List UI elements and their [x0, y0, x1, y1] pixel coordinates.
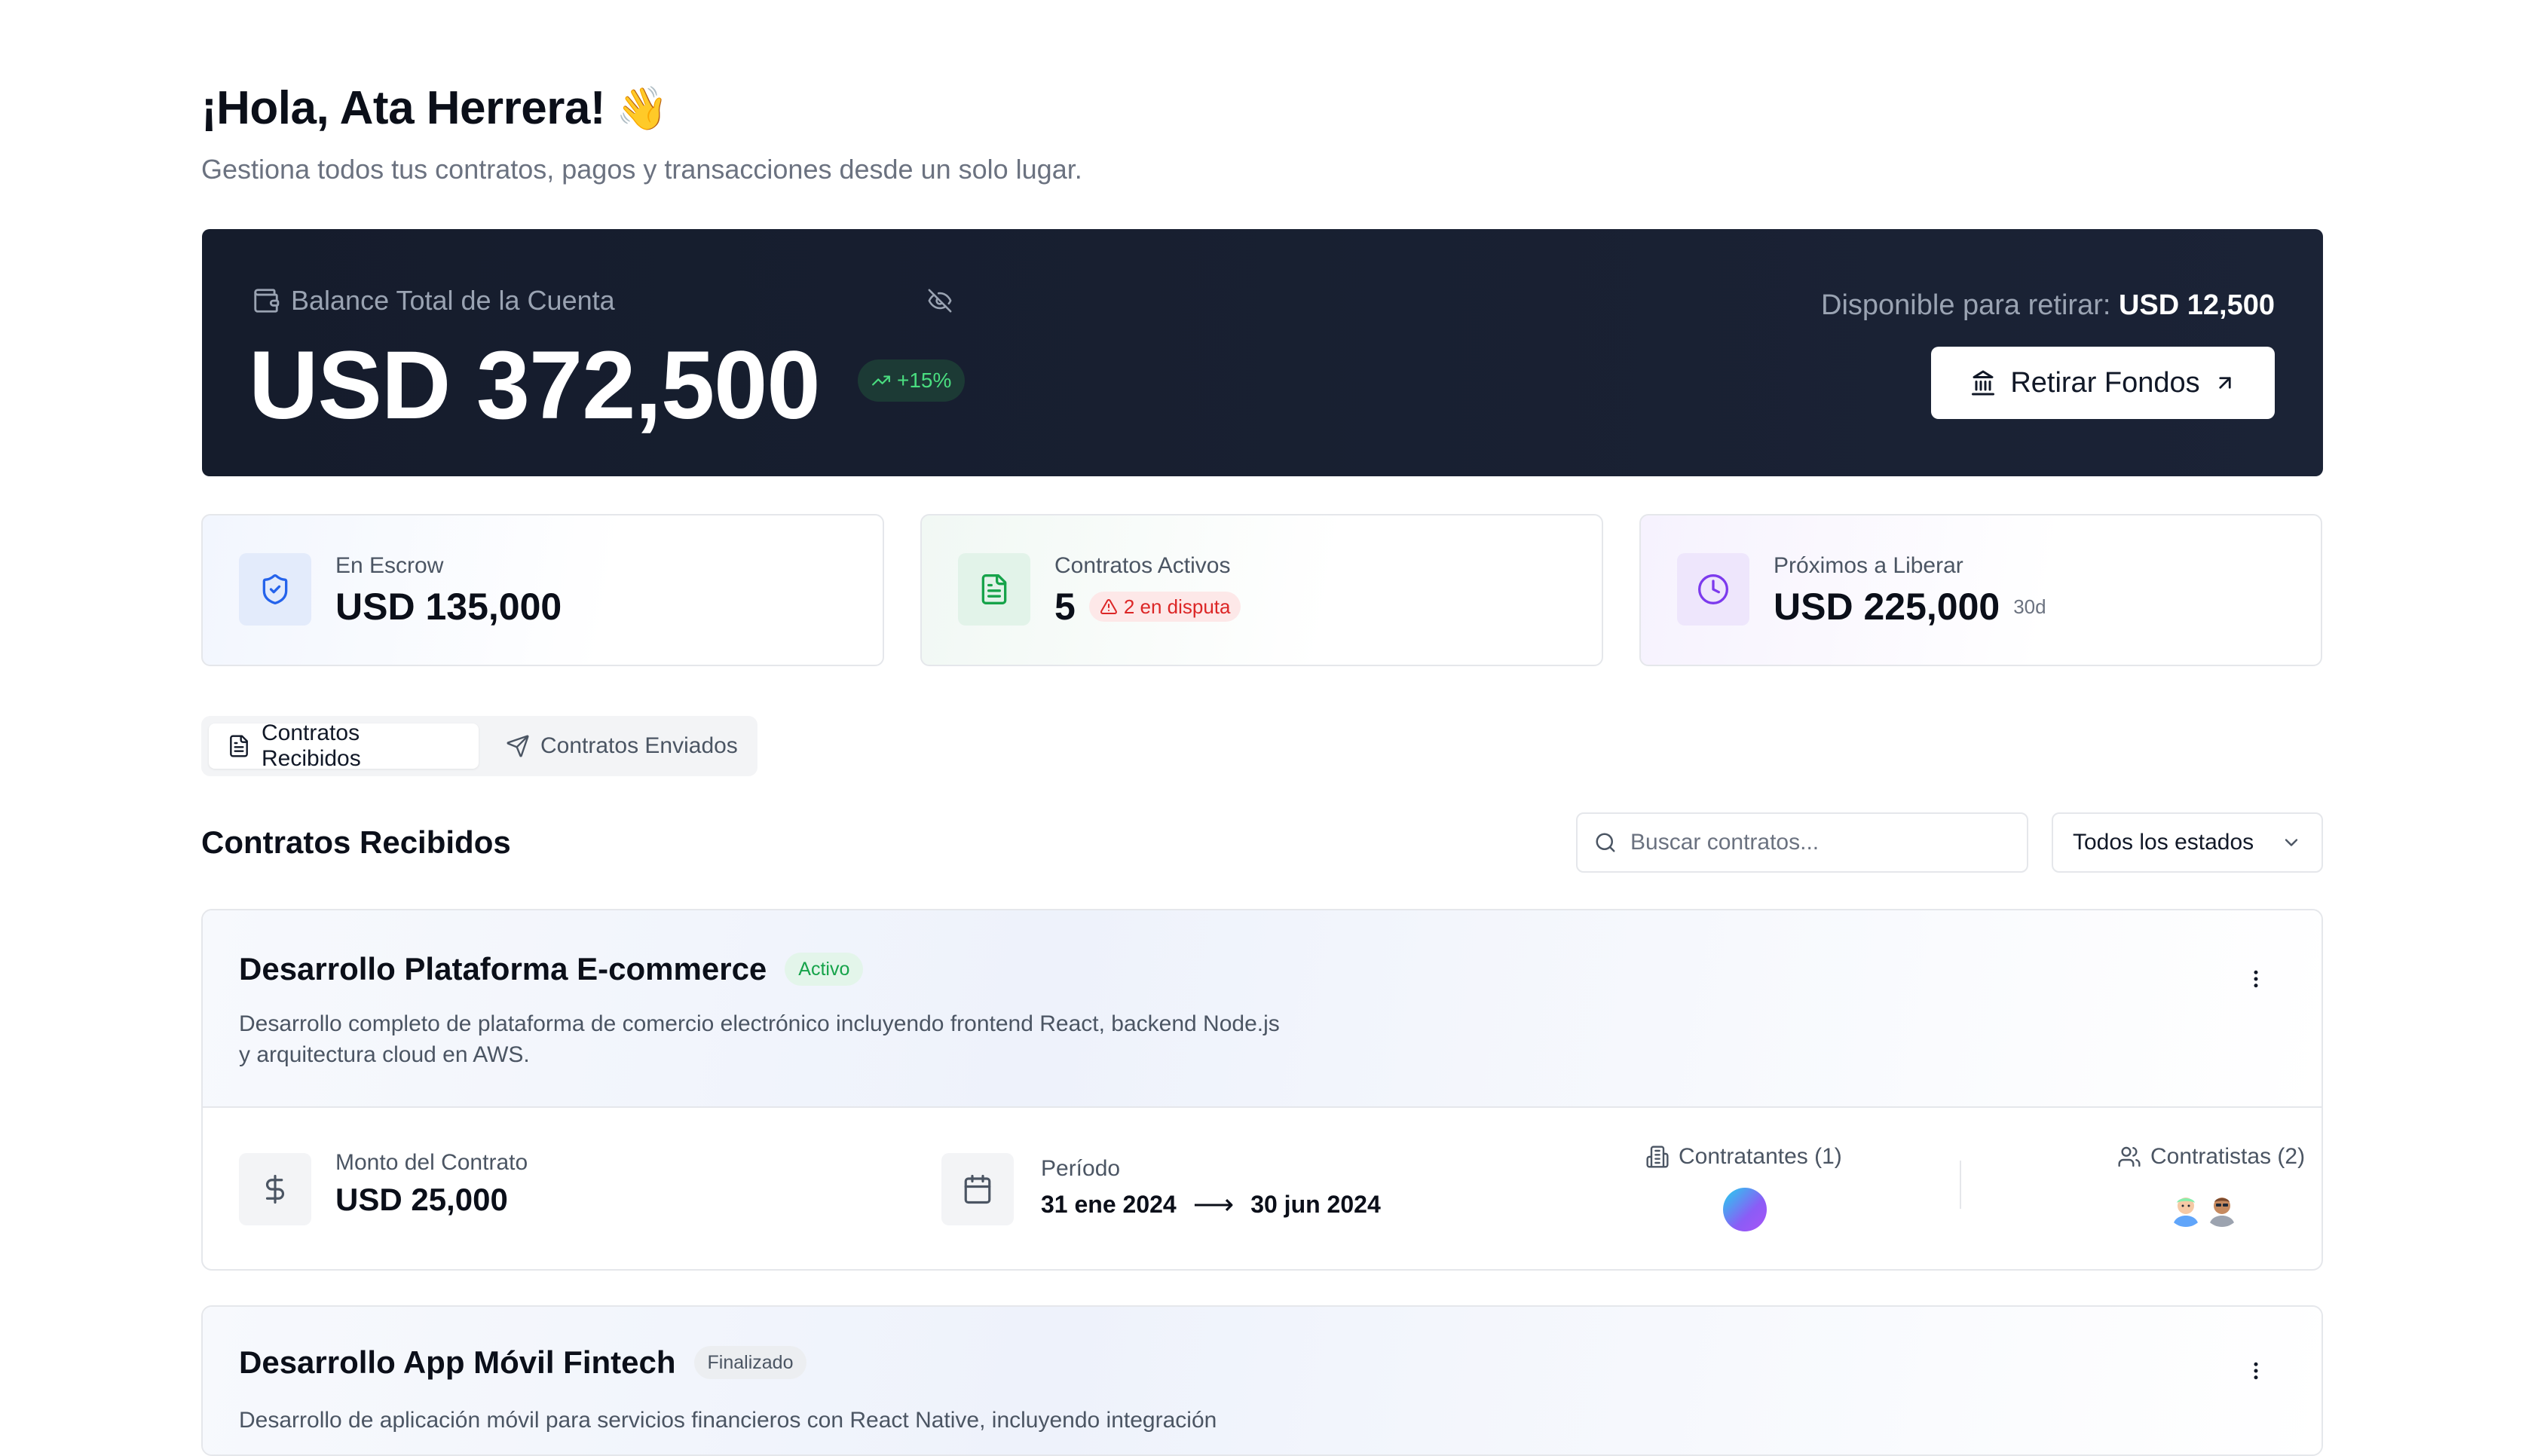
tab-received-contracts[interactable]: Contratos Recibidos — [209, 720, 479, 771]
greeting-text: ¡Hola, Ata Herrera! — [201, 82, 606, 134]
balance-label: Balance Total de la Cuenta — [291, 285, 615, 316]
contract-description: Desarrollo completo de plataforma de com… — [239, 1011, 1280, 1067]
search-icon — [1594, 831, 1617, 854]
wallet-icon — [252, 286, 280, 315]
contratantes-label-row: Contratantes (1) — [1645, 1144, 1842, 1170]
stat-label: En Escrow — [335, 553, 444, 578]
period-label: Período — [1041, 1156, 1121, 1181]
status-badge: Activo — [785, 953, 864, 986]
page-greeting: ¡Hola, Ata Herrera! 👋 — [201, 81, 669, 135]
page-subtitle: Gestiona todos tus contratos, pagos y tr… — [201, 154, 1082, 185]
clock-icon — [1677, 553, 1749, 626]
status-filter-select[interactable]: Todos los estados — [2052, 812, 2323, 873]
growth-badge: +15% — [858, 359, 966, 402]
avatar[interactable] — [2167, 1189, 2205, 1227]
available-label: Disponible para retirar: — [1821, 289, 2111, 321]
upcoming-release-value: USD 225,000 — [1774, 586, 2000, 628]
alert-triangle-icon — [1100, 598, 1118, 616]
file-text-icon — [958, 553, 1030, 626]
available-value: USD 12,500 — [2118, 289, 2275, 321]
contract-details: Monto del Contrato USD 25,000 Período 31… — [203, 1108, 2321, 1269]
search-input[interactable] — [1629, 829, 1994, 856]
bank-icon — [1969, 369, 1997, 396]
stat-label: Próximos a Liberar — [1774, 553, 1963, 578]
balance-amount: USD 372,500 — [249, 332, 820, 439]
contract-title-row: Desarrollo App Móvil Fintech Finalizado — [239, 1344, 807, 1381]
contract-card[interactable]: Desarrollo App Móvil Fintech Finalizado … — [201, 1305, 2323, 1456]
available-to-withdraw: Disponible para retirar: USD 12,500 — [1821, 289, 2275, 322]
avatar[interactable] — [1723, 1188, 1767, 1231]
stat-value: 5 2 en disputa — [1054, 585, 1241, 629]
withdraw-funds-button[interactable]: Retirar Fondos — [1931, 347, 2275, 419]
status-badge: Finalizado — [693, 1346, 807, 1379]
building-icon — [1645, 1145, 1670, 1169]
status-filter-value: Todos los estados — [2073, 830, 2254, 855]
escrow-value: USD 135,000 — [335, 586, 562, 628]
arrow-up-right-icon — [2214, 372, 2236, 394]
dispute-badge: 2 en disputa — [1088, 592, 1241, 622]
tab-sent-contracts[interactable]: Contratos Enviados — [488, 723, 756, 769]
contratistas-label: Contratistas (2) — [2150, 1144, 2306, 1169]
trending-up-icon — [871, 371, 891, 390]
period-end: 30 jun 2024 — [1250, 1191, 1381, 1218]
amount-value: USD 25,000 — [335, 1182, 508, 1217]
section-title: Contratos Recibidos — [201, 824, 511, 860]
send-icon — [506, 734, 530, 758]
shield-check-icon — [239, 553, 311, 626]
stat-card-upcoming-release: Próximos a Liberar USD 225,000 30d — [1639, 514, 2322, 666]
period-range: 31 ene 2024 ⟶ 30 jun 2024 — [1041, 1188, 1381, 1222]
contract-card[interactable]: Desarrollo Plataforma E-commerce Activo … — [201, 909, 2323, 1271]
more-options-icon[interactable] — [2245, 968, 2267, 990]
contract-header: Desarrollo Plataforma E-commerce Activo … — [203, 910, 2321, 1108]
avatar[interactable] — [2203, 1189, 2241, 1227]
file-icon — [227, 734, 251, 758]
contract-title: Desarrollo Plataforma E-commerce — [239, 951, 767, 986]
withdraw-label: Retirar Fondos — [2010, 366, 2200, 399]
arrow-right-icon: ⟶ — [1192, 1189, 1235, 1221]
period-start: 31 ene 2024 — [1041, 1191, 1177, 1218]
stat-value: USD 135,000 — [335, 585, 562, 629]
contracts-tabs: Contratos Recibidos Contratos Enviados — [201, 716, 758, 776]
active-contracts-value: 5 — [1054, 586, 1076, 628]
tab-label: Contratos Enviados — [540, 733, 738, 758]
tab-label: Contratos Recibidos — [262, 720, 361, 771]
contract-description: Desarrollo de aplicación móvil para serv… — [239, 1408, 1217, 1433]
contract-header: Desarrollo App Móvil Fintech Finalizado … — [203, 1307, 2321, 1454]
wave-emoji: 👋 — [616, 84, 669, 132]
amount-label: Monto del Contrato — [335, 1150, 528, 1175]
contratantes-label: Contratantes (1) — [1679, 1144, 1842, 1169]
divider — [1960, 1161, 1961, 1209]
balance-label-row: Balance Total de la Cuenta — [252, 285, 615, 317]
balance-card: Balance Total de la Cuenta USD 372,500 +… — [202, 229, 2323, 476]
stat-label: Contratos Activos — [1054, 553, 1231, 578]
contract-title: Desarrollo App Móvil Fintech — [239, 1344, 676, 1380]
more-options-icon[interactable] — [2245, 1360, 2267, 1382]
stat-card-active-contracts: Contratos Activos 5 2 en disputa — [920, 514, 1603, 666]
users-icon — [2117, 1145, 2141, 1169]
days-suffix: 30d — [2013, 595, 2046, 618]
calendar-icon — [941, 1153, 1014, 1225]
stat-value: USD 225,000 30d — [1774, 585, 2046, 629]
contract-title-row: Desarrollo Plataforma E-commerce Activo — [239, 951, 864, 987]
contratistas-label-row: Contratistas (2) — [2117, 1144, 2305, 1170]
stat-card-escrow: En Escrow USD 135,000 — [201, 514, 884, 666]
hide-balance-icon[interactable] — [927, 288, 953, 314]
growth-value: +15% — [897, 369, 952, 392]
search-box[interactable] — [1576, 812, 2028, 873]
chevron-down-icon — [2281, 832, 2302, 853]
dollar-icon — [239, 1153, 311, 1225]
dispute-text: 2 en disputa — [1123, 595, 1231, 618]
